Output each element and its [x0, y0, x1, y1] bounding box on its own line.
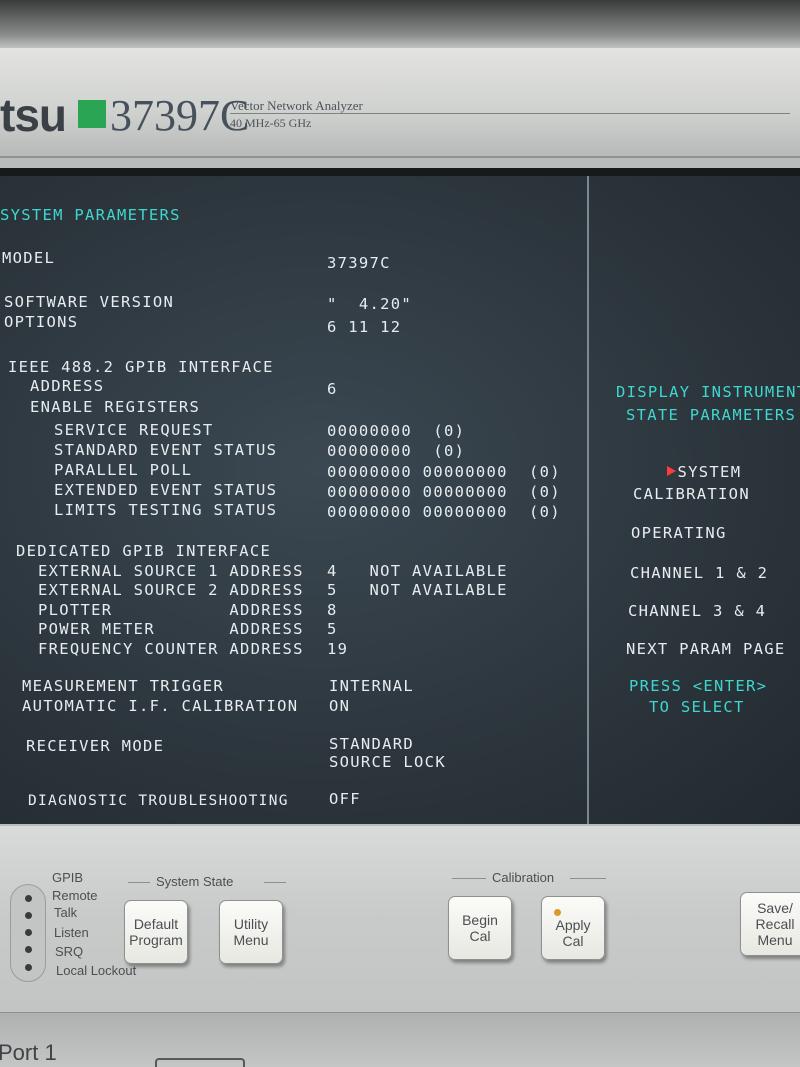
port-connector-icon: [155, 1058, 245, 1067]
begin-cal-button[interactable]: Begin Cal: [448, 896, 512, 960]
status-remote: Remote: [52, 888, 98, 903]
group-rule: [452, 878, 486, 879]
model-number: 37397C: [110, 91, 250, 140]
receiver-mode-value: SOURCE LOCK: [329, 753, 446, 771]
register-value: 00000000 00000000 (0): [327, 463, 561, 481]
dedicated-value: 8: [327, 601, 338, 619]
softkey-prompt: PRESS <ENTER>: [629, 677, 768, 695]
register-value: 00000000 00000000 (0): [327, 503, 561, 521]
dedicated-label: PLOTTER ADDRESS: [38, 601, 304, 619]
options-value: 6 11 12: [327, 318, 402, 336]
gpib-label: GPIB: [52, 870, 84, 885]
register-label: PARALLEL POLL: [54, 461, 193, 479]
register-value: 00000000 00000000 (0): [327, 483, 561, 501]
calibration-label: Calibration: [492, 870, 555, 885]
default-program-button[interactable]: Default Program: [124, 900, 188, 964]
measurement-trigger-value: INTERNAL: [329, 677, 415, 695]
options-label: OPTIONS: [4, 313, 79, 331]
status-talk: Talk: [54, 905, 78, 920]
group-rule: [264, 882, 286, 883]
address-label: ADDRESS: [30, 377, 105, 395]
selection-arrow-icon: [666, 466, 676, 476]
talk-led-icon: [25, 912, 32, 919]
softkey-operating[interactable]: OPERATING: [631, 524, 727, 542]
diagnostic-label: DIAGNOSTIC TROUBLESHOOTING: [28, 793, 289, 809]
status-srq: SRQ: [55, 944, 84, 959]
dedicated-interface-label: DEDICATED GPIB INTERFACE: [16, 542, 272, 560]
softkey-channel-3-4[interactable]: CHANNEL 3 & 4: [628, 602, 766, 620]
dedicated-value: 4 NOT AVAILABLE: [327, 562, 508, 580]
brand-logo: tsu: [0, 89, 67, 141]
dedicated-label: POWER METER ADDRESS: [38, 620, 304, 638]
model-label: MODEL: [2, 249, 56, 267]
local-lockout-led-icon: [25, 964, 32, 971]
register-label: STANDARD EVENT STATUS: [54, 441, 278, 459]
status-listen: Listen: [54, 925, 89, 940]
frequency-range: 40 MHz-65 GHz: [230, 116, 312, 130]
port-strip: [0, 1012, 800, 1067]
apply-cal-label: Apply Cal: [555, 917, 591, 949]
dedicated-label: FREQUENCY COUNTER ADDRESS: [38, 640, 304, 658]
product-name: Vector Network Analyzer: [230, 98, 363, 113]
auto-if-cal-value: ON: [329, 697, 351, 715]
group-rule: [570, 878, 606, 879]
softkey-label: SYSTEM: [677, 463, 742, 481]
dedicated-value: 5 NOT AVAILABLE: [327, 581, 508, 599]
system-state-label: System State: [156, 874, 234, 889]
dedicated-label: EXTERNAL SOURCE 1 ADDRESS: [38, 562, 304, 580]
bezel-top: [0, 0, 800, 50]
softkey-divider: [587, 176, 589, 824]
group-rule: [128, 882, 150, 883]
crt-screen: SYSTEM PARAMETERS MODEL 37397C SOFTWARE …: [0, 168, 800, 824]
receiver-mode-value: STANDARD: [329, 735, 415, 753]
measurement-trigger-label: MEASUREMENT TRIGGER: [22, 677, 225, 695]
srq-led-icon: [25, 946, 32, 953]
brand-logo-square-icon: [78, 100, 106, 128]
softkey-calibration[interactable]: CALIBRATION: [633, 485, 750, 503]
dedicated-value: 19: [327, 640, 349, 658]
register-value: 00000000 (0): [327, 422, 466, 440]
port-label: Port 1: [0, 1040, 57, 1065]
software-version-value: " 4.20": [327, 295, 413, 313]
softkey-next-param-page[interactable]: NEXT PARAM PAGE: [626, 640, 785, 658]
listen-led-icon: [25, 929, 32, 936]
dedicated-label: EXTERNAL SOURCE 2 ADDRESS: [38, 581, 304, 599]
softkey-heading: DISPLAY INSTRUMENT: [616, 383, 800, 401]
auto-if-cal-label: AUTOMATIC I.F. CALIBRATION: [22, 697, 299, 715]
apply-cal-led-icon: [554, 909, 561, 916]
ieee-interface-label: IEEE 488.2 GPIB INTERFACE: [8, 358, 274, 376]
save-recall-menu-button[interactable]: Save/ Recall Menu: [740, 892, 800, 956]
softkey-prompt: TO SELECT: [649, 698, 745, 716]
register-value: 00000000 (0): [327, 442, 466, 460]
address-value: 6: [327, 380, 338, 398]
diagnostic-value: OFF: [329, 790, 361, 808]
register-label: SERVICE REQUEST: [54, 421, 214, 439]
register-label: EXTENDED EVENT STATUS: [54, 481, 278, 499]
dedicated-value: 5: [327, 620, 338, 638]
screen-title: SYSTEM PARAMETERS: [0, 206, 181, 224]
enable-registers-label: ENABLE REGISTERS: [30, 398, 201, 416]
status-local-lockout: Local Lockout: [56, 963, 137, 978]
apply-cal-button[interactable]: Apply Cal: [541, 896, 605, 960]
model-value: 37397C: [327, 254, 391, 272]
softkey-channel-1-2[interactable]: CHANNEL 1 & 2: [630, 564, 768, 582]
register-label: LIMITS TESTING STATUS: [54, 501, 278, 519]
gpib-led-well: [10, 884, 46, 982]
utility-menu-button[interactable]: Utility Menu: [219, 900, 283, 964]
remote-led-icon: [25, 895, 32, 902]
software-version-label: SOFTWARE VERSION: [4, 293, 175, 311]
softkey-heading: STATE PARAMETERS: [626, 406, 797, 424]
receiver-mode-label: RECEIVER MODE: [26, 737, 165, 755]
